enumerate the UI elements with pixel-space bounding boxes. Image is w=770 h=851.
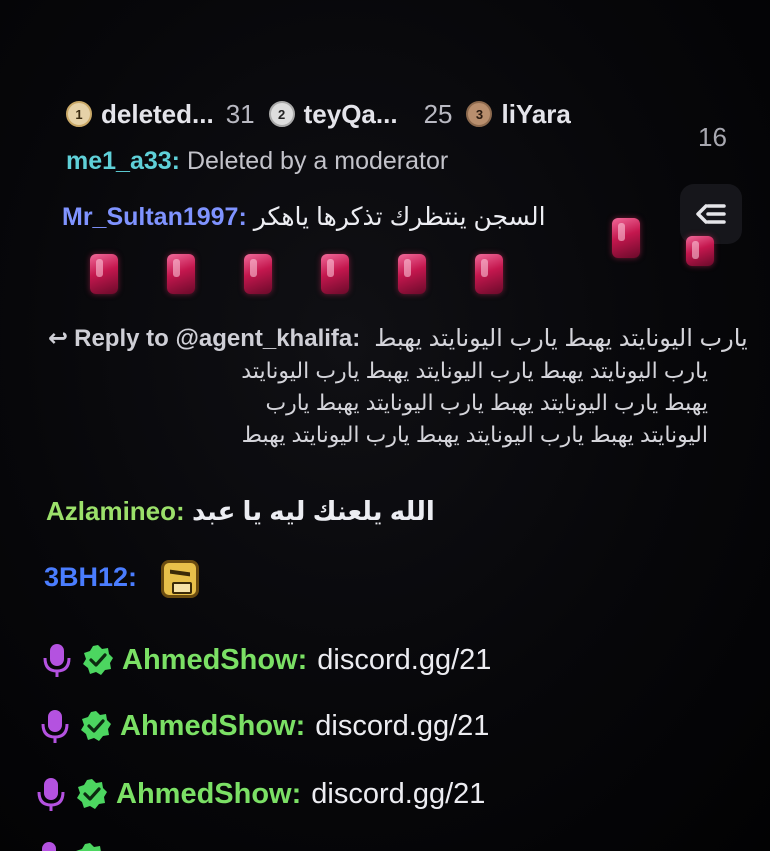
chat-username[interactable]: AhmedShow: [122, 644, 298, 677]
collapse-chat-button[interactable]: [680, 184, 742, 244]
chat-username[interactable]: Mr_Sultan1997: [62, 203, 238, 231]
chat-message[interactable]: AhmedShow: discord.gg/21: [40, 708, 489, 744]
chat-link[interactable]: discord.gg/21: [311, 778, 485, 811]
microphone-badge-icon: [37, 778, 65, 811]
chat-message[interactable]: AhmedShow: discord.gg/21: [36, 776, 485, 812]
leaderboard-count: 25: [423, 98, 453, 129]
chat-message[interactable]: 3BH12:: [44, 560, 199, 598]
leaderboard-count: 31: [225, 98, 255, 129]
chat-link[interactable]: discord.gg/21: [317, 644, 491, 677]
chat-colon: :: [297, 643, 308, 676]
chat-username[interactable]: me1_a33: [66, 147, 172, 175]
red-gem-emote: [167, 254, 195, 294]
collapse-chat-icon: [696, 204, 726, 224]
deleted-message-text: Deleted by a moderator: [186, 147, 449, 175]
chat-message-text: السجن ينتظرك تذكرها ياهكر: [253, 203, 546, 231]
chat-colon: :: [128, 562, 138, 593]
chat-colon: :: [176, 496, 185, 526]
verified-badge-icon: [81, 711, 111, 741]
leaderboard-entry-2[interactable]: 2 teyQa... 25: [268, 98, 453, 130]
reply-text-body: يارب اليونايتد يهبط يارب اليونايتد يهبط …: [48, 355, 738, 451]
chat-message[interactable]: me1_a33: Deleted by a moderator: [66, 144, 448, 178]
red-gem-emote: [90, 254, 118, 294]
reply-text-line: اليونايتد يهبط يارب اليونايتد يهبط يارب …: [241, 422, 708, 447]
chat-colon: :: [295, 709, 306, 742]
rank-2-badge-icon: 2: [268, 101, 295, 127]
red-gem-emote: [612, 218, 640, 258]
chat-username[interactable]: AhmedShow: [116, 778, 292, 811]
chat-screen: 1 deleted... 31 2 teyQa... 25 3 liYara 1…: [0, 0, 770, 851]
reply-text-line: يهبط يارب اليونايتد يهبط يارب اليونايتد …: [265, 390, 708, 415]
leaderboard-name: teyQa...: [303, 98, 398, 129]
emote-row: [90, 254, 503, 294]
microphone-badge-icon: [42, 842, 56, 851]
reply-label[interactable]: Reply to @agent_khalifa:: [74, 325, 360, 353]
verified-badge-icon: [83, 645, 113, 675]
chat-message[interactable]: AhmedShow: discord.gg/21: [42, 642, 491, 678]
chat-colon: :: [238, 203, 247, 231]
chat-colon: :: [171, 147, 180, 175]
gifter-leaderboard: 1 deleted... 31 2 teyQa... 25 3 liYara: [66, 96, 585, 132]
leaderboard-name: deleted...: [101, 98, 214, 129]
chat-username[interactable]: 3BH12: [44, 562, 128, 592]
reply-text-line: يارب اليونايتد يهبط يارب اليونايتد يهبط …: [241, 358, 708, 383]
angry-face-emote: [160, 560, 199, 598]
leaderboard-entry-3[interactable]: 3 liYara: [466, 98, 571, 130]
reply-message[interactable]: ↩ Reply to @agent_khalifa: يارب اليونايت…: [48, 324, 748, 451]
chat-message-partial[interactable]: [34, 840, 114, 851]
rank-3-badge-icon: 3: [466, 101, 493, 127]
chat-message[interactable]: Azlamineo: الله يلعنك ليه يا عبد: [46, 494, 435, 528]
chat-colon: :: [291, 777, 302, 810]
red-gem-emote: [398, 254, 426, 294]
chat-username[interactable]: AhmedShow: [120, 710, 296, 743]
chat-link[interactable]: discord.gg/21: [315, 710, 489, 743]
red-gem-emote: [475, 254, 503, 294]
rank-1-badge-icon: 1: [66, 101, 92, 127]
leaderboard-entry-1[interactable]: 1 deleted... 31: [66, 99, 255, 130]
microphone-badge-icon: [43, 644, 71, 677]
reply-text: يارب اليونايتد يهبط يارب اليونايتد يهبط: [374, 325, 748, 352]
verified-badge-icon: [77, 779, 107, 809]
chat-message-text: الله يلعنك ليه يا عبد: [191, 496, 435, 526]
red-gem-emote: [244, 254, 272, 294]
chat-message[interactable]: Mr_Sultan1997: السجن ينتظرك تذكرها ياهكر: [62, 200, 546, 234]
reply-header: ↩ Reply to @agent_khalifa: يارب اليونايت…: [48, 324, 748, 353]
red-gem-emote: [321, 254, 349, 294]
red-gem-emote: [686, 236, 714, 266]
leaderboard-name: liYara: [501, 98, 571, 129]
microphone-badge-icon: [41, 710, 69, 743]
chat-username[interactable]: Azlamineo: [46, 496, 176, 526]
verified-badge-icon: [76, 843, 101, 851]
reply-arrow-icon: ↩: [48, 325, 69, 352]
leaderboard-count: 16: [698, 122, 727, 152]
